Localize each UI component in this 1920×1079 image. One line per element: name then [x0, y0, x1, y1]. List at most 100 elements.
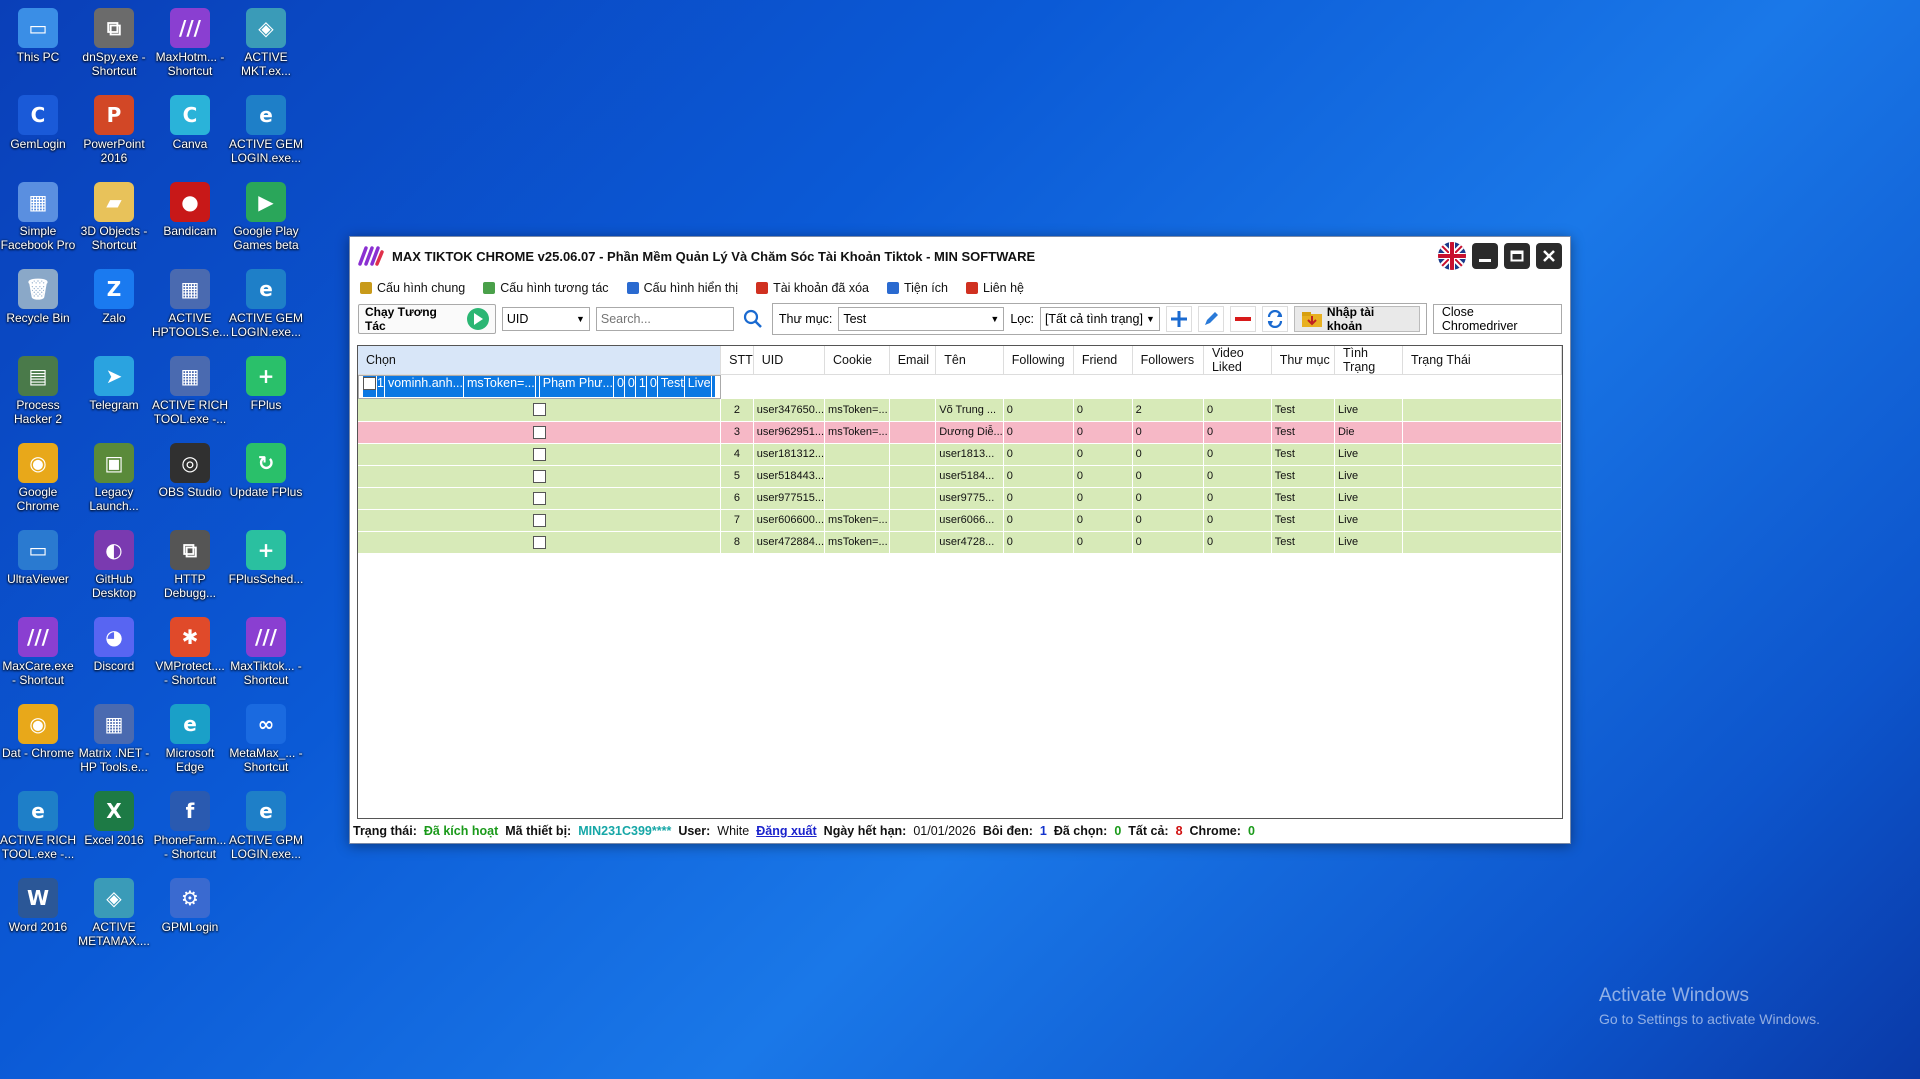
row-checkbox-cell[interactable]: [358, 487, 722, 510]
desktop-icon[interactable]: e ACTIVE RICH TOOL.exe -...: [0, 787, 76, 869]
table-row[interactable]: 3 user962951... msToken=... Dương Diễ... 0 0 0…: [358, 421, 1562, 444]
row-checkbox-cell[interactable]: [358, 399, 722, 422]
close-chromedriver-button[interactable]: Close Chromedriver: [1432, 304, 1562, 334]
table-row[interactable]: 5 user518443... user5184... 0 0 0 0 Test Live: [358, 465, 1562, 488]
search-button[interactable]: [739, 306, 766, 332]
desktop-icon[interactable]: + FPlus: [228, 352, 304, 434]
row-checkbox[interactable]: [532, 491, 546, 505]
close-button[interactable]: [1536, 243, 1562, 269]
maximize-button[interactable]: [1504, 243, 1530, 269]
row-checkbox-cell[interactable]: [358, 421, 722, 444]
desktop-icon[interactable]: ⧉ HTTP Debugg...: [152, 526, 228, 608]
desktop-icon[interactable]: C Canva: [152, 91, 228, 173]
desktop-icon[interactable]: ➤ Telegram: [76, 352, 152, 434]
desktop-icon[interactable]: e ACTIVE GEM LOGIN.exe...: [228, 265, 304, 347]
desktop-icon[interactable]: ▦ ACTIVE HPTOOLS.e...: [152, 265, 229, 347]
menu-item[interactable]: Cấu hình tương tác: [483, 281, 609, 295]
row-checkbox[interactable]: [532, 447, 546, 461]
column-header[interactable]: Following: [1003, 346, 1074, 375]
menu-item[interactable]: Cấu hình chung: [360, 281, 465, 295]
row-checkbox-cell[interactable]: [358, 531, 722, 554]
desktop-icon[interactable]: ◎ OBS Studio: [152, 439, 228, 521]
import-accounts-button[interactable]: Nhập tài khoản: [1293, 305, 1420, 333]
minimize-button[interactable]: [1472, 243, 1498, 269]
row-checkbox-cell[interactable]: [358, 443, 722, 466]
desktop-icon[interactable]: 🗑 Recycle Bin: [0, 265, 76, 347]
uid-select[interactable]: UID ▼: [501, 307, 590, 331]
desktop-icon[interactable]: ⚙ GPMLogin: [152, 874, 228, 956]
title-bar[interactable]: MAX TIKTOK CHROME v25.06.07 - Phần Mềm Q…: [350, 237, 1570, 275]
desktop-icon[interactable]: P PowerPoint 2016: [76, 91, 152, 173]
desktop-icon[interactable]: ◈ ACTIVE METAMAX....: [76, 874, 152, 956]
column-header[interactable]: Tình Trạng: [1334, 346, 1403, 375]
desktop-icon[interactable]: ● Bandicam: [152, 178, 228, 260]
desktop-icon[interactable]: ◉ Dat - Chrome: [0, 700, 76, 782]
row-checkbox-cell[interactable]: [363, 376, 377, 398]
column-header[interactable]: Followers: [1132, 346, 1204, 375]
folder-select[interactable]: Test ▼: [838, 307, 1005, 331]
desktop-icon[interactable]: ◕ Discord: [76, 613, 152, 695]
table-row[interactable]: 2 user347650... msToken=... Võ Trung ... 0 0 2…: [358, 399, 1562, 422]
column-header[interactable]: Trạng Thái: [1402, 346, 1562, 375]
row-checkbox[interactable]: [532, 425, 546, 439]
table-row[interactable]: 4 user181312... user1813... 0 0 0 0 Test Live: [358, 443, 1562, 466]
desktop-icon[interactable]: ▰ 3D Objects - Shortcut: [76, 178, 152, 260]
desktop-icon[interactable]: e ACTIVE GEM LOGIN.exe...: [228, 91, 304, 173]
desktop-icon[interactable]: ///MaxCare.exe - Shortcut: [0, 613, 76, 695]
filter-select[interactable]: [Tất cả tình trạng] ▼: [1039, 307, 1160, 331]
desktop-icon[interactable]: C GemLogin: [0, 91, 76, 173]
desktop-icon[interactable]: ///MaxHotm... - Shortcut: [152, 4, 228, 86]
desktop-icon[interactable]: Z Zalo: [76, 265, 152, 347]
column-header[interactable]: Cookie: [824, 346, 890, 375]
desktop-icon[interactable]: + FPlusSched...: [228, 526, 304, 608]
row-checkbox-cell[interactable]: [358, 465, 722, 488]
table-row[interactable]: 1 vominh.anh... msToken=... Phạm Phư... 0 0 1 0…: [358, 375, 721, 399]
desktop-icon[interactable]: ⧉ dnSpy.exe - Shortcut: [76, 4, 152, 86]
refresh-button[interactable]: [1261, 306, 1288, 332]
column-header[interactable]: Email: [889, 346, 937, 375]
search-input[interactable]: [595, 307, 734, 331]
remove-button[interactable]: [1229, 306, 1256, 332]
column-header[interactable]: Video Liked: [1203, 346, 1272, 375]
desktop-icon[interactable]: ↻ Update FPlus: [228, 439, 304, 521]
column-header[interactable]: UID: [753, 346, 826, 375]
column-header[interactable]: Thư mục: [1271, 346, 1335, 375]
desktop-icon[interactable]: ▦ ACTIVE RICH TOOL.exe -...: [152, 352, 228, 434]
column-header[interactable]: STT: [720, 346, 754, 375]
row-checkbox[interactable]: [363, 377, 376, 391]
desktop-icon[interactable]: ▶ Google Play Games beta: [228, 178, 304, 260]
desktop-icon[interactable]: ▣ Legacy Launch...: [76, 439, 152, 521]
uk-flag-icon[interactable]: [1438, 242, 1466, 270]
menu-item[interactable]: Tài khoản đã xóa: [756, 281, 869, 295]
edit-button[interactable]: [1197, 306, 1224, 332]
menu-item[interactable]: Cấu hình hiển thị: [626, 281, 738, 295]
desktop-icon[interactable]: ///MaxTiktok... - Shortcut: [228, 613, 304, 695]
desktop-icon[interactable]: e Microsoft Edge: [152, 700, 228, 782]
desktop-icon[interactable]: ▭ This PC: [0, 4, 76, 86]
row-checkbox[interactable]: [532, 513, 546, 527]
desktop-icon[interactable]: W Word 2016: [0, 874, 76, 956]
desktop-icon[interactable]: ✱ VMProtect.... - Shortcut: [152, 613, 228, 695]
row-checkbox-cell[interactable]: [358, 509, 722, 532]
desktop-icon[interactable]: ◐ GitHub Desktop: [76, 526, 152, 608]
add-button[interactable]: [1165, 306, 1192, 332]
desktop-icon[interactable]: ▦ Matrix .NET - HP Tools.e...: [76, 700, 152, 782]
row-checkbox[interactable]: [532, 469, 546, 483]
logout-link[interactable]: Đăng xuất: [756, 824, 816, 838]
column-header[interactable]: Friend: [1073, 346, 1133, 375]
desktop-icon[interactable]: ▤ Process Hacker 2: [0, 352, 76, 434]
desktop-icon[interactable]: X Excel 2016: [76, 787, 152, 869]
menu-item[interactable]: Tiện ích: [886, 281, 948, 295]
table-row[interactable]: 7 user606600... msToken=... user6066... 0 0 0 0…: [358, 509, 1562, 532]
table-row[interactable]: 8 user472884... msToken=... user4728... 0 0 0 0…: [358, 531, 1562, 554]
desktop-icon[interactable]: ▦ Simple Facebook Pro: [0, 178, 76, 260]
desktop-icon[interactable]: f PhoneFarm... - Shortcut: [152, 787, 228, 869]
column-header[interactable]: Tên: [935, 346, 1004, 375]
desktop-icon[interactable]: ∞ MetaMax_... - Shortcut: [228, 700, 304, 782]
desktop-icon[interactable]: ◉ Google Chrome: [0, 439, 76, 521]
desktop-icon[interactable]: ◈ ACTIVE MKT.ex...: [228, 4, 304, 86]
desktop-icon[interactable]: ▭ UltraViewer: [0, 526, 76, 608]
row-checkbox[interactable]: [532, 403, 546, 417]
menu-item[interactable]: Liên hệ: [966, 281, 1024, 295]
run-interaction-button[interactable]: Chạy Tương Tác: [358, 304, 496, 334]
